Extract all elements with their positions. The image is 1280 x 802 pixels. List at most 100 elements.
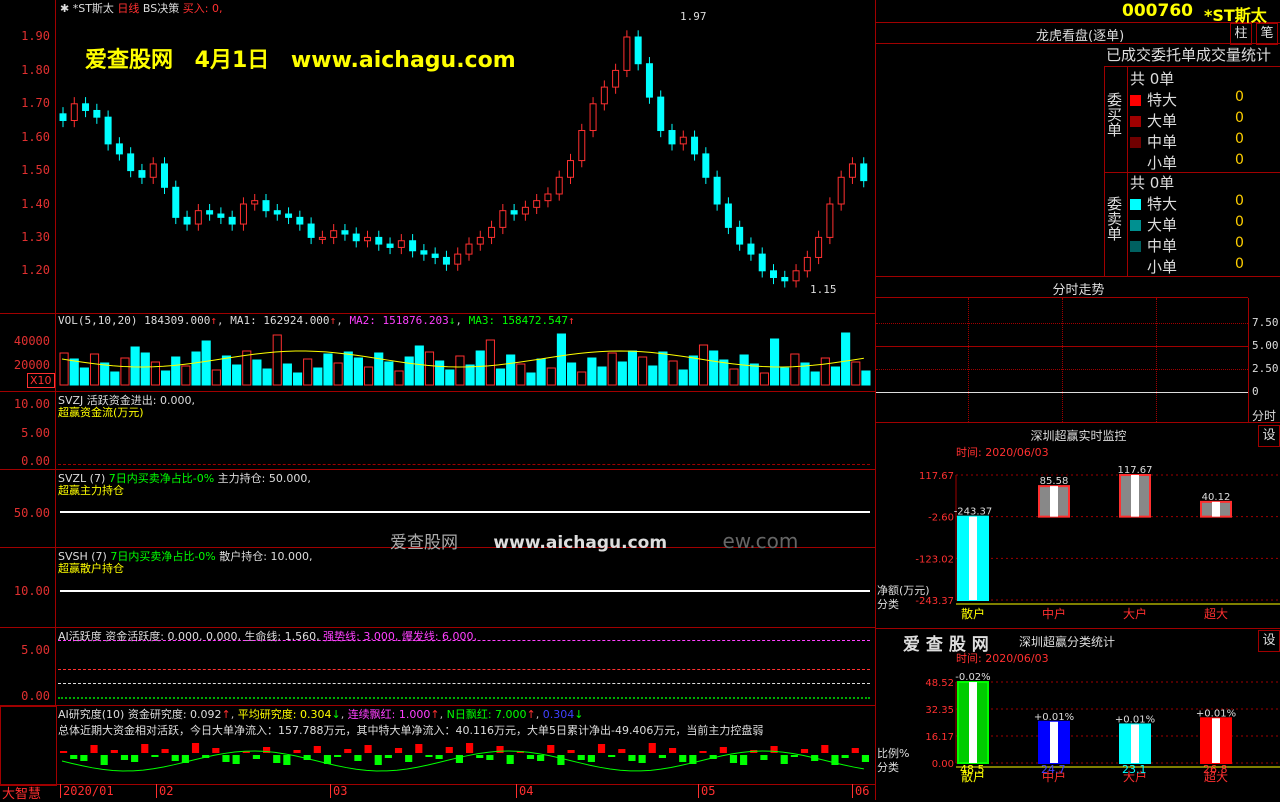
research-bar bbox=[222, 755, 230, 762]
candlestick-chart[interactable] bbox=[56, 0, 874, 313]
ai-research-panel[interactable]: AI研究度(10) 资金研究度: 0.092↑, 平均研究度: 0.304↓, … bbox=[0, 706, 875, 786]
candle-body bbox=[612, 69, 620, 88]
research-bar bbox=[90, 745, 98, 753]
research-bar bbox=[740, 755, 748, 765]
monitor-title: 深圳超赢实时监控 bbox=[1030, 429, 1127, 443]
candle-body bbox=[668, 130, 676, 145]
research-bar bbox=[800, 749, 809, 753]
volume-bar bbox=[120, 357, 130, 386]
bar-percent-value: 26.8 bbox=[1203, 763, 1228, 776]
bar-highlight bbox=[969, 682, 977, 763]
ai-active-panel[interactable]: 5.00 0.00 AI活跃度 资金活跃度: 0.000, 0.000, 生命线… bbox=[0, 628, 875, 706]
research-bar bbox=[547, 745, 555, 753]
research-bar bbox=[526, 755, 535, 759]
research-bar bbox=[293, 750, 301, 753]
category-label: 大户 bbox=[1123, 606, 1147, 621]
buy-total: 共 0单 bbox=[1130, 70, 1175, 88]
volume-bar bbox=[648, 365, 658, 386]
vol-tick: 40000 bbox=[13, 334, 50, 348]
candle-body bbox=[172, 186, 180, 218]
volume-bar bbox=[394, 370, 404, 386]
buy-vertical-label: 委买单 bbox=[1105, 92, 1123, 137]
life-line bbox=[58, 683, 870, 684]
svzj-subtitle: 超赢资金流(万元) bbox=[58, 406, 144, 419]
volume-panel[interactable]: 40000 20000 X10 VOL(5,10,20) 184309.000↑… bbox=[0, 314, 875, 392]
volume-bar bbox=[455, 355, 465, 386]
candle-body bbox=[104, 116, 112, 145]
volume-bar bbox=[221, 355, 232, 386]
research-bar bbox=[537, 755, 545, 761]
research-bar bbox=[729, 755, 738, 763]
candle-body bbox=[239, 203, 247, 225]
volume-bar bbox=[516, 363, 526, 386]
candle-body bbox=[815, 236, 823, 258]
candle-body bbox=[555, 176, 563, 195]
svzj-tick: 5.00 bbox=[21, 426, 50, 440]
class-panel[interactable]: 爱 查 股 网 深圳超赢分类统计 设 时间: 2020/06/03 48.52 3… bbox=[875, 629, 1280, 800]
class-chart: 48.5232.3516.170.00-0.02%散户+0.01%中户+0.01… bbox=[877, 672, 1280, 784]
research-bar bbox=[354, 755, 362, 761]
svsh-subtitle: 超赢散户持仓 bbox=[58, 562, 124, 575]
volume-bar bbox=[749, 363, 759, 386]
svzl-subtitle: 超赢主力持仓 bbox=[58, 484, 124, 497]
volume-bar bbox=[475, 350, 485, 386]
stock-title-bar: 000760 *ST斯太 bbox=[875, 0, 1280, 25]
volume-bar bbox=[556, 333, 567, 386]
research-bar bbox=[648, 743, 656, 753]
svsh-panel[interactable]: 10.00 SVSH (7) 7日内买卖净占比-0% 散户持仓: 10.000,… bbox=[0, 548, 875, 628]
category-label: 散户 bbox=[961, 606, 985, 621]
ai-active-axis: 5.00 0.00 bbox=[0, 628, 56, 705]
stock-code: 000760 bbox=[1122, 1, 1193, 21]
svzj-zero-line bbox=[58, 464, 870, 465]
candle-body bbox=[386, 243, 394, 248]
candle-body bbox=[567, 160, 574, 178]
bar-percent-value: 48.5 bbox=[960, 763, 985, 776]
candle-body bbox=[341, 230, 349, 235]
research-bar bbox=[821, 745, 829, 753]
volume-bar bbox=[79, 367, 89, 386]
price-panel[interactable]: 1.90 1.80 1.70 1.60 1.50 1.40 1.30 1.20 … bbox=[0, 0, 875, 314]
research-bar bbox=[120, 755, 129, 760]
volume-axis: 40000 20000 X10 bbox=[0, 314, 56, 391]
svzl-pct: 7日内买卖净占比-0% bbox=[108, 472, 215, 485]
volume-bar bbox=[495, 368, 506, 386]
bar-highlight bbox=[1050, 721, 1058, 763]
ai-research-chart bbox=[60, 743, 869, 772]
candle-body bbox=[713, 176, 721, 205]
ai-active-baseline bbox=[58, 697, 870, 699]
column-button[interactable]: 柱 bbox=[1230, 23, 1252, 45]
volume-bar bbox=[830, 366, 841, 386]
research-bar bbox=[334, 755, 342, 757]
svzj-panel[interactable]: 10.00 5.00 0.00 SVZJ 活跃资金进出: 0.000, 超赢资金… bbox=[0, 392, 875, 470]
order-stats-title: 已成交委托单成交量统计 bbox=[1106, 46, 1272, 64]
volume-bar bbox=[191, 351, 201, 386]
research-bar bbox=[466, 743, 474, 753]
ai-active-tick: 5.00 bbox=[21, 643, 50, 657]
intraday-panel[interactable]: 分时走势 7.50 5.00 2.50 0 分时 bbox=[875, 277, 1280, 423]
research-bar bbox=[638, 755, 646, 763]
candle-body bbox=[837, 176, 845, 205]
bar-highlight bbox=[1050, 486, 1058, 517]
y-tick: 0.00 bbox=[932, 759, 954, 770]
volume-bar bbox=[292, 372, 303, 386]
volume-bar bbox=[638, 356, 648, 386]
volume-bar bbox=[171, 356, 181, 386]
monitor-panel[interactable]: 深圳超赢实时监控 设 时间: 2020/06/03 117.67 -2.60 -12… bbox=[875, 423, 1280, 629]
ai-active-title: AI活跃度 资金活跃度: 0.000, 0.000, 生命线: 1.560, bbox=[58, 630, 320, 643]
candle-body bbox=[758, 253, 766, 272]
svsh-holding: 散户持仓: 10.000, bbox=[219, 550, 313, 563]
candle-body bbox=[138, 170, 146, 178]
date-tick: 02 bbox=[156, 784, 173, 798]
pen-button[interactable]: 笔 bbox=[1256, 23, 1278, 45]
candle-body bbox=[803, 256, 811, 272]
svzj-tick: 0.00 bbox=[21, 454, 50, 468]
intraday-tick: 2.50 bbox=[1252, 362, 1279, 375]
volume-bar bbox=[658, 351, 668, 386]
vol-tick: 20000 bbox=[13, 358, 50, 372]
research-bar bbox=[476, 755, 484, 758]
candle-body bbox=[781, 276, 789, 282]
volume-bar bbox=[668, 360, 678, 386]
bar-value-label: +0.01% bbox=[1115, 714, 1155, 725]
research-bar bbox=[212, 748, 220, 753]
volume-bar bbox=[790, 353, 800, 386]
